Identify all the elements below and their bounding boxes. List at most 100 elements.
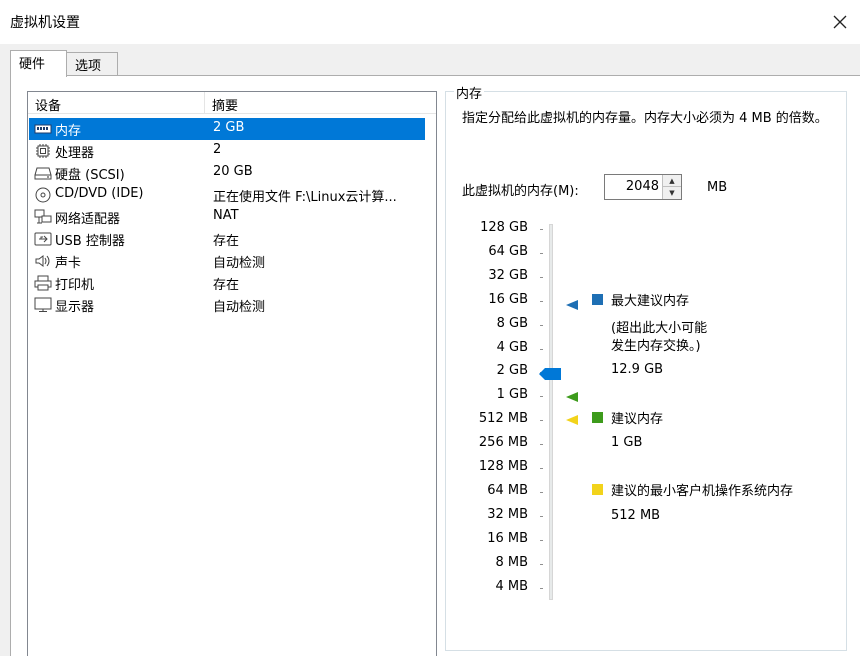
device-summary: 自动检测 xyxy=(213,256,266,271)
device-name: 硬盘 (SCSI) xyxy=(55,168,125,183)
hardware-pane: 设备 摘要 内存 2 GB 处理器 2 硬盘 (SCSI) 20 GB CD/D xyxy=(10,75,860,656)
scale-label: 64 GB xyxy=(488,243,528,259)
scale-tick xyxy=(540,515,543,517)
device-row-display[interactable]: 显示器 自动检测 xyxy=(29,294,425,316)
cd-dvd-icon xyxy=(35,187,51,203)
processor-icon xyxy=(36,144,50,158)
memory-group: 内存 指定分配给此虚拟机的内存量。内存大小必须为 4 MB 的倍数。 此虚拟机的… xyxy=(445,83,847,651)
device-name: 打印机 xyxy=(55,278,95,293)
min-legend-swatch xyxy=(592,484,603,495)
close-button[interactable] xyxy=(826,8,854,36)
device-summary: 存在 xyxy=(213,234,240,249)
device-row-sound-card[interactable]: 声卡 自动检测 xyxy=(29,250,425,272)
device-row-network-adapter[interactable]: 网络适配器 NAT xyxy=(29,206,425,228)
usb-icon xyxy=(34,232,52,246)
memory-scale: 128 GB 64 GB 32 GB 16 GB 8 GB 4 GB 2 GB 1 GB 512… xyxy=(462,220,543,600)
min-recommended-marker xyxy=(566,415,578,425)
scale-label: 4 GB xyxy=(496,339,528,355)
recommended-legend-label: 建议内存 xyxy=(611,412,664,427)
column-header-summary[interactable]: 摘要 xyxy=(205,92,435,114)
device-summary: 20 GB xyxy=(213,164,253,179)
device-row-hard-disk[interactable]: 硬盘 (SCSI) 20 GB xyxy=(29,162,425,184)
device-list: 设备 摘要 内存 2 GB 处理器 2 硬盘 (SCSI) 20 GB CD/D xyxy=(27,91,437,656)
memory-unit: MB xyxy=(707,180,728,195)
title-bar: 虚拟机设置 xyxy=(0,0,860,44)
scale-label: 128 GB xyxy=(480,220,528,235)
speaker-icon xyxy=(35,255,50,267)
min-legend-label: 建议的最小客户机操作系统内存 xyxy=(611,484,794,499)
scale-tick xyxy=(540,444,543,446)
memory-slider-track[interactable] xyxy=(549,224,553,600)
memory-spinner: ▲ ▼ xyxy=(662,175,681,199)
device-summary: 2 xyxy=(213,142,222,157)
list-header: 设备 摘要 xyxy=(28,92,436,114)
device-summary: 2 GB xyxy=(213,120,245,135)
tab-hardware[interactable]: 硬件 xyxy=(10,50,67,77)
scale-label: 8 MB xyxy=(495,554,528,570)
memory-group-title: 内存 xyxy=(454,83,485,102)
recommended-marker xyxy=(566,392,578,402)
scale-label: 16 GB xyxy=(488,291,528,307)
max-legend-label: 最大建议内存 xyxy=(611,294,690,309)
column-header-device[interactable]: 设备 xyxy=(28,92,205,114)
memory-size-value[interactable]: 2048 xyxy=(626,179,659,194)
monitor-icon xyxy=(34,297,52,312)
network-adapter-icon xyxy=(34,209,52,224)
max-legend-note-2: 发生内存交换。) xyxy=(611,339,701,354)
recommended-legend-value: 1 GB xyxy=(611,435,643,450)
device-name: 网络适配器 xyxy=(55,212,121,227)
device-summary: 存在 xyxy=(213,278,240,293)
scale-label: 256 MB xyxy=(478,435,528,451)
min-legend-value: 512 MB xyxy=(611,508,661,523)
device-row-memory[interactable]: 内存 2 GB xyxy=(29,118,425,140)
device-name: 处理器 xyxy=(55,146,95,161)
scale-label: 512 MB xyxy=(478,411,528,427)
device-name: 显示器 xyxy=(55,300,95,315)
dialog-body: 硬件 选项 设备 摘要 内存 2 GB 处理器 2 硬盘 (SCSI) 20 G xyxy=(0,44,860,656)
scale-tick xyxy=(540,348,543,350)
close-icon xyxy=(833,15,847,29)
scale-label: 2 GB xyxy=(496,363,528,379)
scale-tick xyxy=(540,396,543,398)
max-legend-swatch xyxy=(592,294,603,305)
scale-tick xyxy=(540,468,543,469)
device-row-cd-dvd[interactable]: CD/DVD (IDE) 正在使用文件 F:\Linux云计算... xyxy=(29,184,425,206)
memory-description: 指定分配给此虚拟机的内存量。内存大小必须为 4 MB 的倍数。 xyxy=(462,111,828,126)
device-row-printer[interactable]: 打印机 存在 xyxy=(29,272,425,294)
max-legend-value: 12.9 GB xyxy=(611,362,664,377)
scale-tick xyxy=(540,229,543,230)
scale-tick xyxy=(540,324,543,326)
device-summary: 自动检测 xyxy=(213,300,266,315)
scale-tick xyxy=(540,539,543,541)
device-row-usb-controller[interactable]: USB 控制器 存在 xyxy=(29,228,425,250)
device-summary: NAT xyxy=(213,208,239,223)
memory-size-input[interactable]: 2048 ▲ ▼ xyxy=(604,174,682,200)
device-name: 内存 xyxy=(55,124,82,139)
hard-disk-icon xyxy=(34,167,52,180)
spin-down-icon: ▼ xyxy=(669,189,675,197)
scale-label: 64 MB xyxy=(487,482,528,498)
scale-tick xyxy=(540,420,543,422)
memory-slider-thumb[interactable] xyxy=(539,368,561,380)
device-name: CD/DVD (IDE) xyxy=(55,186,144,201)
device-row-processor[interactable]: 处理器 2 xyxy=(29,140,425,162)
scale-tick xyxy=(540,276,543,278)
max-recommended-marker xyxy=(566,300,578,310)
spin-up-button[interactable]: ▲ xyxy=(663,175,681,187)
device-name: 声卡 xyxy=(55,256,82,271)
printer-icon xyxy=(34,275,52,291)
spin-down-button[interactable]: ▼ xyxy=(663,187,681,199)
device-summary: 正在使用文件 F:\Linux云计算... xyxy=(213,190,397,205)
recommended-legend-swatch xyxy=(592,412,603,423)
scale-label: 32 MB xyxy=(487,506,528,522)
scale-label: 8 GB xyxy=(496,315,528,331)
scale-label: 128 MB xyxy=(478,459,528,474)
tab-options[interactable]: 选项 xyxy=(66,52,118,76)
device-name: USB 控制器 xyxy=(55,234,125,249)
spin-up-icon: ▲ xyxy=(669,176,675,185)
scale-label: 32 GB xyxy=(488,267,528,283)
max-legend-note-1: (超出此大小可能 xyxy=(611,321,708,336)
scale-tick xyxy=(540,563,543,565)
scale-tick xyxy=(540,252,543,254)
memory-input-label: 此虚拟机的内存(M): xyxy=(462,184,579,199)
